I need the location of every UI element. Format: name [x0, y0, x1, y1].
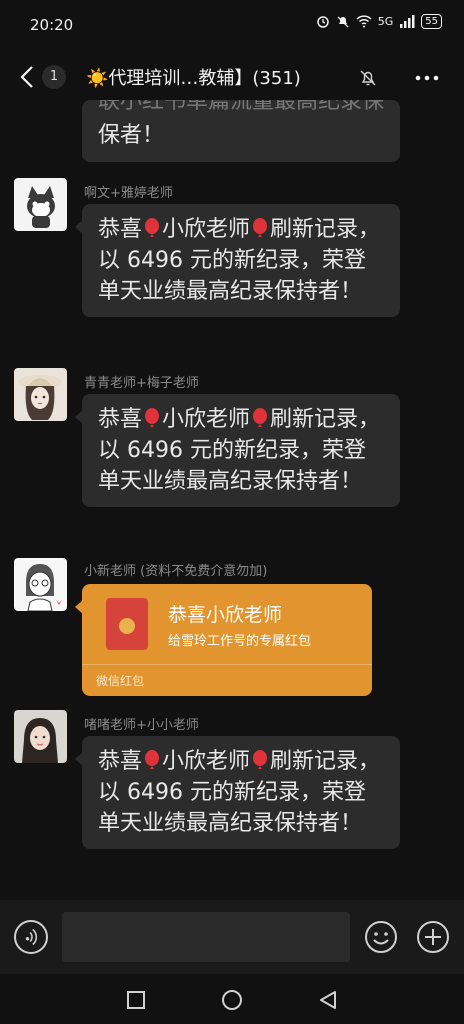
chat-header: 1 ☀️代理培训…教辅】(351) [0, 50, 464, 106]
photo-girl-avatar-icon [14, 710, 67, 763]
recent-apps-icon[interactable] [124, 988, 148, 1012]
more-options-icon[interactable] [414, 68, 440, 88]
back-triangle-icon[interactable] [316, 988, 340, 1012]
balloon-emoji-icon [253, 218, 268, 237]
red-packet-title: 恭喜小欣老师 [168, 604, 283, 626]
avatar[interactable] [14, 558, 67, 611]
sender-name: 小新老师 (资料不免费介意勿加) [84, 564, 268, 579]
back-arrow-icon[interactable] [16, 62, 40, 92]
signal-icon [400, 15, 415, 28]
balloon-emoji-icon [253, 750, 268, 769]
balloon-emoji-icon [145, 408, 160, 427]
add-attachment-icon[interactable] [416, 920, 450, 954]
red-packet-card[interactable]: 恭喜小欣老师 给雪玲工作号的专属红包 微信红包 [75, 584, 372, 696]
chat-title: ☀️代理培训…教辅】(351) [86, 68, 301, 89]
red-packet-subtitle: 给雪玲工作号的专属红包 [168, 634, 312, 649]
voice-input-icon[interactable] [14, 920, 48, 954]
home-icon[interactable] [220, 988, 244, 1012]
cartoon-girl-avatar-icon [14, 558, 67, 611]
avatar[interactable] [14, 178, 67, 231]
balloon-emoji-icon [253, 408, 268, 427]
status-time: 20:20 [30, 16, 74, 34]
input-bar [0, 900, 464, 974]
alarm-icon [316, 15, 329, 28]
emoji-icon[interactable] [364, 920, 398, 954]
message-bubble[interactable]: 恭喜 小欣老师 刷新记录，以 6496 元的新纪录，荣登单天业绩最高纪录保持者！ [75, 204, 400, 317]
avatar[interactable] [14, 710, 67, 763]
message-input[interactable] [62, 912, 350, 962]
status-icons: 5G 55 [316, 14, 442, 29]
unread-count-badge[interactable]: 1 [42, 65, 66, 89]
silent-icon [337, 16, 349, 27]
balloon-emoji-icon [145, 218, 160, 237]
message-bubble[interactable]: 恭喜 小欣老师 刷新记录，以 6496 元的新纪录，荣登单天业绩最高纪录保持者！ [75, 736, 400, 849]
sender-name: 青青老师+梅子老师 [84, 376, 199, 391]
girl-hat-avatar-icon [14, 368, 67, 421]
partial-tail: 保者！ [98, 123, 165, 148]
sender-name: 啫啫老师+小小老师 [84, 718, 199, 733]
balloon-emoji-icon [145, 750, 160, 769]
status-bar: 20:20 5G 55 [0, 0, 464, 50]
wifi-icon [356, 15, 372, 28]
red-envelope-icon [106, 598, 148, 650]
message-bubble[interactable]: 恭喜 小欣老师 刷新记录，以 6496 元的新纪录，荣登单天业绩最高纪录保持者！ [75, 394, 400, 507]
battery-indicator: 55 [421, 14, 442, 29]
message-bubble: 联小红书单篇流量最高纪录保者！ 保者！ [82, 100, 400, 162]
red-packet-footer: 微信红包 [96, 674, 145, 688]
mute-bell-icon [360, 70, 376, 86]
message-row-partial: 联小红书单篇流量最高纪录保者！ 保者！ [0, 100, 464, 166]
sender-name: 啊文+雅婷老师 [84, 186, 173, 201]
network-type: 5G [377, 15, 394, 28]
partial-line: 联小红书单篇流量最高纪录保者！ [98, 100, 384, 114]
cat-avatar-icon [14, 178, 67, 231]
red-packet-divider [82, 664, 372, 665]
avatar[interactable] [14, 368, 67, 421]
system-navigation-bar [0, 974, 464, 1024]
